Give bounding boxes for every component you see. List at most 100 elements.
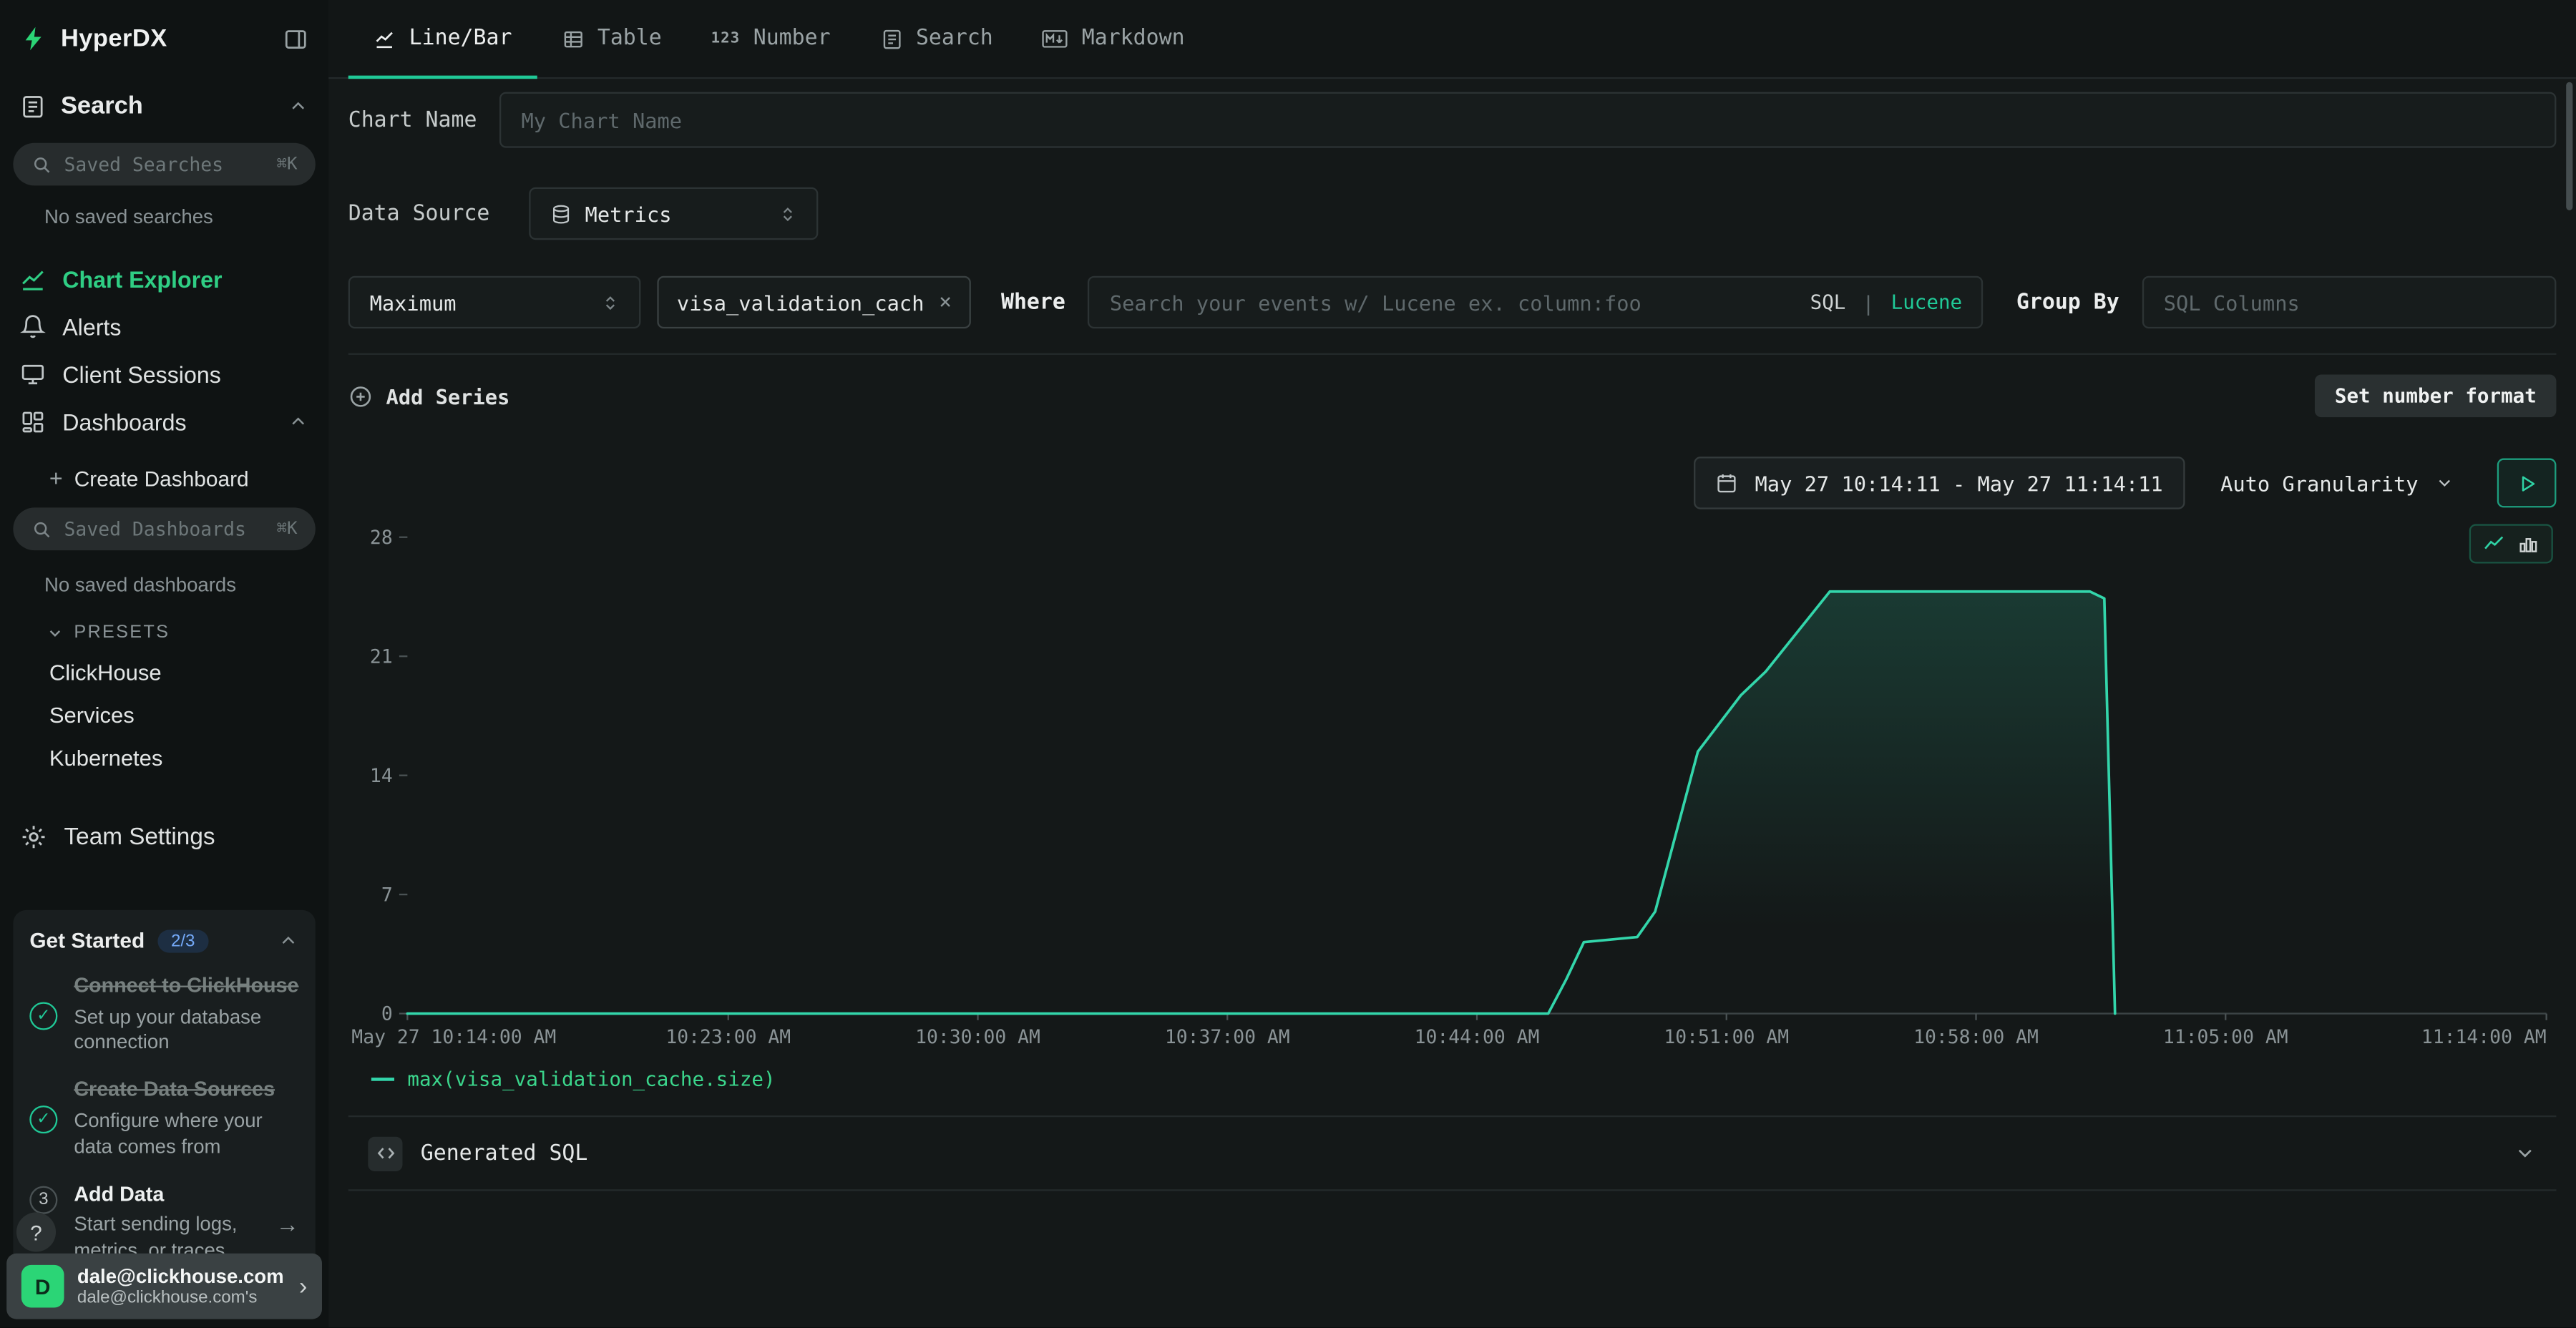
data-source-select[interactable]: Metrics: [529, 187, 818, 240]
sidebar-item-client-sessions[interactable]: Client Sessions: [0, 350, 328, 398]
nav-label: Dashboards: [62, 409, 186, 435]
granularity-select[interactable]: Auto Granularity: [2204, 456, 2471, 509]
tab-label: Markdown: [1082, 26, 1185, 51]
get-started-progress-badge: 2/3: [158, 929, 208, 952]
tab-line-bar[interactable]: Line/Bar: [348, 0, 537, 77]
chart-type-tabbar: Line/Bar Table 123 Number Search: [328, 0, 2576, 79]
step-number-badge: 3: [29, 1186, 57, 1214]
sidebar: HyperDX Search Saved Searches ⌘K No save…: [0, 0, 328, 1327]
list-icon: [879, 27, 902, 50]
table-icon: [561, 27, 584, 50]
preset-item-services[interactable]: Services: [49, 703, 328, 728]
get-started-card: Get Started 2/3 ✓ Connect to ClickHouse …: [13, 910, 315, 1284]
tab-number[interactable]: 123 Number: [686, 0, 855, 77]
create-dashboard-button[interactable]: + Create Dashboard: [49, 465, 328, 492]
sidebar-item-dashboards[interactable]: Dashboards: [0, 398, 328, 446]
preset-item-kubernetes[interactable]: Kubernetes: [49, 746, 328, 770]
run-query-button[interactable]: [2497, 459, 2557, 508]
logo-row: HyperDX: [0, 0, 328, 56]
svg-text:10:58:00 AM: 10:58:00 AM: [1913, 1026, 2039, 1048]
chevron-down-icon: [2435, 473, 2455, 493]
sidebar-item-alerts[interactable]: Alerts: [0, 302, 328, 350]
monitor-icon: [20, 361, 47, 387]
add-series-button[interactable]: Add Series: [348, 384, 510, 408]
group-by-placeholder: SQL Columns: [2164, 290, 2300, 314]
tab-markdown[interactable]: Markdown: [1018, 0, 1209, 77]
svg-text:11:14:00 AM: 11:14:00 AM: [2421, 1026, 2547, 1048]
get-started-step-add-data[interactable]: 3 Add Data Start sending logs, metrics, …: [29, 1182, 299, 1264]
chevron-down-icon[interactable]: [2514, 1142, 2537, 1165]
tab-label: Table: [597, 26, 662, 51]
legend-line-swatch: [371, 1078, 394, 1081]
scrollbar-thumb[interactable]: [2566, 82, 2572, 210]
hyperdx-logo-icon: [20, 24, 48, 52]
help-button[interactable]: ?: [16, 1212, 56, 1251]
chart-builder: Chart Name My Chart Name Data Source Met…: [328, 92, 2576, 1191]
set-number-format-button[interactable]: Set number format: [2315, 374, 2556, 417]
chart-explorer-icon: [20, 265, 47, 292]
search-icon: [31, 154, 53, 175]
arrow-right-icon: →: [276, 1210, 299, 1236]
aggregation-value: Maximum: [370, 290, 457, 314]
tab-table[interactable]: Table: [537, 0, 686, 77]
get-started-title: Get Started: [29, 928, 145, 952]
where-input[interactable]: Search your events w/ Lucene ex. column:…: [1088, 276, 1984, 328]
sidebar-item-team-settings[interactable]: Team Settings: [0, 813, 328, 861]
check-circle-icon: ✓: [29, 1105, 57, 1133]
step-subtitle: Set up your database connection: [74, 1005, 299, 1057]
aggregation-select[interactable]: Maximum: [348, 276, 641, 328]
chevron-up-icon[interactable]: [288, 411, 309, 432]
saved-dashboards-input[interactable]: Saved Dashboards ⌘K: [13, 507, 315, 550]
metric-chip[interactable]: visa_validation_cach ×: [657, 276, 971, 328]
time-range-value: May 27 10:14:11 - May 27 11:14:11: [1755, 471, 2163, 495]
line-chart-icon: [373, 27, 396, 50]
tab-search[interactable]: Search: [855, 0, 1018, 77]
chevron-down-icon: [46, 623, 64, 641]
svg-text:14: 14: [370, 765, 393, 787]
line-chart-toggle-icon[interactable]: [2482, 532, 2505, 555]
chevron-up-icon[interactable]: [278, 929, 299, 951]
code-icon: [368, 1136, 402, 1171]
svg-text:10:51:00 AM: 10:51:00 AM: [1664, 1026, 1789, 1048]
tab-label: Search: [916, 26, 993, 51]
plus-icon: +: [49, 465, 63, 492]
chart-legend[interactable]: max(visa_validation_cache.size): [348, 1066, 2557, 1093]
main-panel: Line/Bar Table 123 Number Search: [328, 0, 2576, 1327]
chip-close-icon[interactable]: ×: [939, 290, 952, 314]
chart-area: 07142128May 27 10:14:00 AM10:23:00 AM10:…: [348, 517, 2557, 1063]
preset-item-clickhouse[interactable]: ClickHouse: [49, 660, 328, 685]
nav-label: Alerts: [62, 313, 121, 339]
tab-label: Number: [753, 26, 831, 51]
number-123-icon: 123: [711, 30, 741, 47]
play-icon: [2516, 472, 2537, 494]
tab-label: Line/Bar: [409, 26, 512, 51]
sidebar-item-chart-explorer[interactable]: Chart Explorer: [0, 255, 328, 303]
presets-toggle[interactable]: PRESETS: [46, 622, 328, 643]
svg-text:7: 7: [381, 884, 393, 906]
user-menu[interactable]: D dale@clickhouse.com dale@clickhouse.co…: [6, 1254, 322, 1319]
group-by-input[interactable]: SQL Columns: [2142, 276, 2557, 328]
bar-chart-toggle-icon[interactable]: [2517, 532, 2540, 555]
sql-mode-toggle[interactable]: SQL: [1810, 290, 1846, 313]
time-series-chart[interactable]: 07142128May 27 10:14:00 AM10:23:00 AM10:…: [348, 517, 2557, 1063]
generated-sql-label: Generated SQL: [421, 1141, 588, 1166]
sidebar-collapse-icon[interactable]: [283, 26, 309, 52]
select-chevrons-icon: [601, 293, 619, 311]
group-by-label: Group By: [2016, 290, 2119, 314]
chevron-right-icon: ›: [299, 1272, 307, 1300]
app-title: HyperDX: [61, 24, 167, 52]
lucene-mode-toggle[interactable]: Lucene: [1891, 290, 1963, 313]
step-title: Connect to ClickHouse: [74, 974, 299, 1000]
chevron-up-icon[interactable]: [288, 95, 309, 117]
saved-searches-input[interactable]: Saved Searches ⌘K: [13, 143, 315, 186]
sidebar-section-search[interactable]: Search: [0, 92, 328, 120]
step-title: Add Data: [74, 1182, 256, 1208]
get-started-step-sources[interactable]: ✓ Create Data Sources Configure where yo…: [29, 1078, 299, 1161]
get-started-step-connect[interactable]: ✓ Connect to ClickHouse Set up your data…: [29, 974, 299, 1056]
chart-name-input[interactable]: My Chart Name: [500, 92, 2557, 148]
svg-text:28: 28: [370, 527, 393, 549]
generated-sql-section[interactable]: Generated SQL: [348, 1115, 2557, 1191]
time-range-picker[interactable]: May 27 10:14:11 - May 27 11:14:11: [1694, 456, 2185, 509]
bell-icon: [20, 313, 47, 339]
chart-style-toggle[interactable]: [2469, 524, 2553, 563]
